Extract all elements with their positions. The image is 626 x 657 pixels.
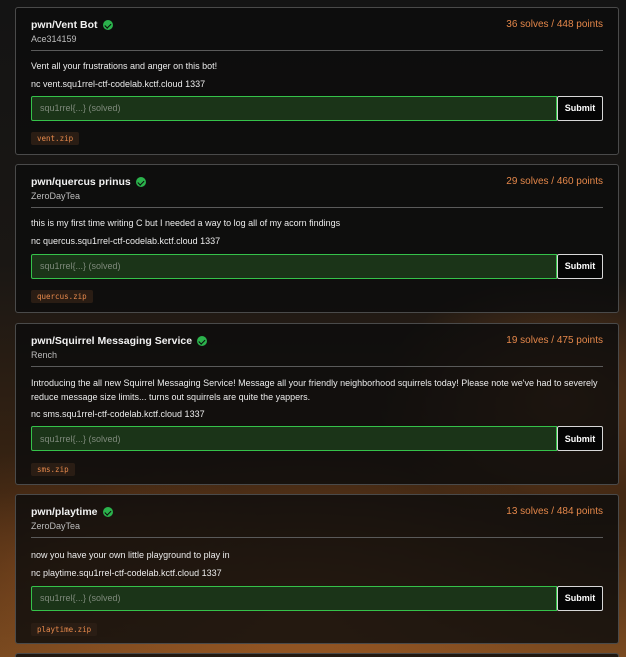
- challenge-title: pwn/playtime: [31, 506, 98, 518]
- challenge-header: pwn/Vent Bot Ace314159 36 solves / 448 p…: [31, 16, 603, 51]
- challenge-description: this is my first time writing C but I ne…: [31, 218, 341, 228]
- submit-button[interactable]: Submit: [557, 585, 603, 611]
- challenge-title-row: pwn/quercus prinus: [31, 173, 146, 191]
- challenge-author: Ace314159: [31, 34, 77, 44]
- flag-form: Submit: [31, 253, 603, 280]
- check-circle-icon: [197, 336, 208, 346]
- flag-input[interactable]: [31, 95, 558, 121]
- flag-input[interactable]: [31, 426, 558, 451]
- challenge-description: Vent all your frustrations and anger on …: [31, 61, 218, 71]
- flag-form: Submit: [31, 95, 603, 122]
- challenge-author: ZeroDayTea: [31, 521, 81, 531]
- challenge-score: 13 solves / 484 points: [506, 506, 603, 517]
- challenge-title: pwn/quercus prinus: [31, 176, 131, 188]
- flag-form: Submit: [31, 585, 603, 612]
- challenge-title-row: pwn/Vent Bot: [31, 16, 113, 34]
- file-download-link[interactable]: quercus.zip: [31, 289, 93, 303]
- challenge-card: pwn/quercus prinus ZeroDayTea 29 solves …: [15, 164, 619, 313]
- challenge-score: 19 solves / 475 points: [506, 335, 603, 346]
- challenge-title: pwn/Squirrel Messaging Service: [31, 335, 193, 347]
- challenge-card: pwn/Vent Bot Ace314159 36 solves / 448 p…: [15, 7, 619, 155]
- flag-input[interactable]: [31, 585, 558, 611]
- check-circle-icon: [102, 20, 113, 30]
- submit-button[interactable]: Submit: [557, 426, 603, 451]
- submit-button[interactable]: Submit: [557, 95, 603, 121]
- flag-form: Submit: [31, 426, 603, 452]
- challenge-card: pwn/playtime ZeroDayTea 13 solves / 484 …: [15, 494, 619, 644]
- challenge-description: Introducing the all new Squirrel Messagi…: [31, 378, 601, 402]
- challenge-header: pwn/quercus prinus ZeroDayTea 29 solves …: [31, 173, 603, 208]
- challenge-connection: nc quercus.squ1rrel-ctf-codelab.kctf.clo…: [31, 235, 221, 246]
- challenge-title-row: pwn/playtime: [31, 503, 113, 521]
- challenge-connection: nc playtime.squ1rrel-ctf-codelab.kctf.cl…: [31, 567, 222, 578]
- challenge-author: ZeroDayTea: [31, 191, 81, 201]
- submit-button[interactable]: Submit: [557, 253, 603, 279]
- challenge-header: pwn/playtime ZeroDayTea 13 solves / 484 …: [31, 503, 603, 538]
- file-download-link[interactable]: sms.zip: [31, 463, 75, 476]
- check-circle-icon: [135, 177, 146, 187]
- challenge-score: 36 solves / 448 points: [506, 19, 603, 30]
- challenge-card: pwn/Squirrel Messaging Service Rench 19 …: [15, 323, 619, 485]
- challenge-connection: nc vent.squ1rrel-ctf-codelab.kctf.cloud …: [31, 78, 206, 89]
- challenge-title: pwn/Vent Bot: [31, 19, 98, 31]
- file-download-link[interactable]: playtime.zip: [31, 622, 98, 636]
- challenge-header: pwn/Squirrel Messaging Service Rench 19 …: [31, 332, 603, 367]
- challenge-description: now you have your own little playground …: [31, 550, 230, 560]
- check-circle-icon: [102, 507, 113, 517]
- challenge-title-row: pwn/Squirrel Messaging Service: [31, 332, 208, 350]
- challenge-connection: nc sms.squ1rrel-ctf-codelab.kctf.cloud 1…: [31, 409, 205, 419]
- challenge-card: [15, 653, 619, 657]
- file-download-link[interactable]: vent.zip: [31, 131, 80, 145]
- challenge-author: Rench: [31, 350, 58, 360]
- flag-input[interactable]: [31, 253, 558, 279]
- challenge-score: 29 solves / 460 points: [506, 176, 603, 187]
